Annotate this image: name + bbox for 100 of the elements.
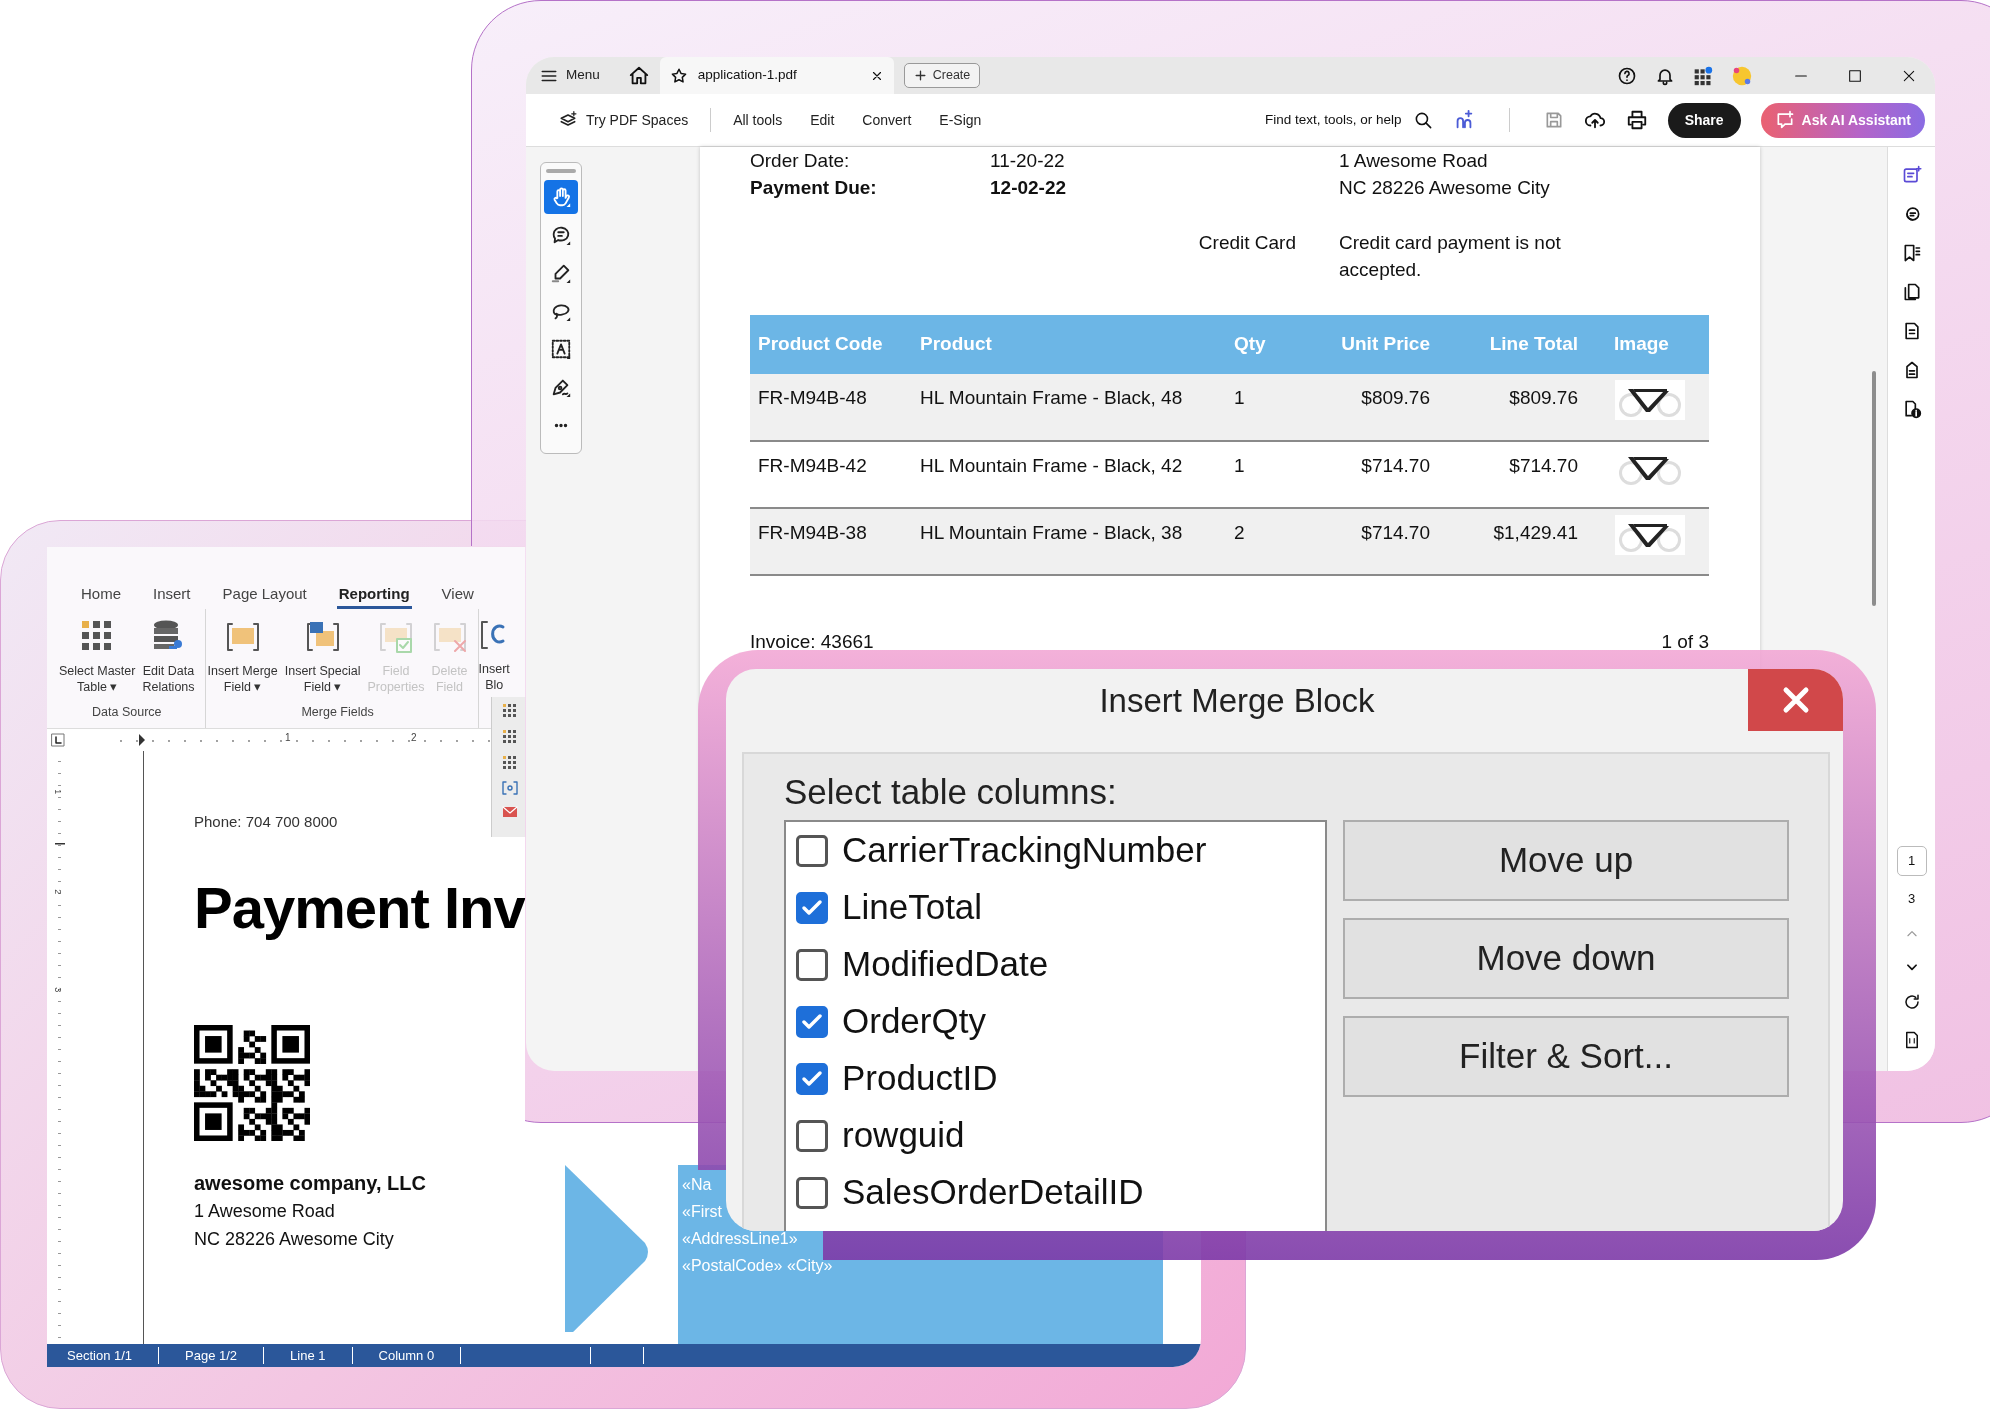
rotate-icon[interactable]: [1902, 993, 1921, 1011]
toolbar-menu[interactable]: Edit: [802, 105, 843, 135]
home-icon[interactable]: [627, 64, 650, 87]
toolbar-menu[interactable]: All tools: [725, 105, 791, 135]
group-label: Data Source: [92, 704, 162, 722]
dialog-button[interactable]: Move down: [1343, 918, 1789, 999]
print-icon[interactable]: [1625, 109, 1648, 131]
field-label: Payment Due:: [750, 176, 878, 200]
page-number-field[interactable]: 1: [1896, 845, 1927, 876]
share-button[interactable]: Share: [1667, 102, 1741, 138]
profile-icon[interactable]: [1731, 64, 1753, 87]
checkbox-label[interactable]: SalesOrderDetailID: [842, 1166, 1144, 1219]
ribbon-button[interactable]: Select Master Table ▾: [57, 609, 138, 704]
ruler-number: 1: [52, 789, 65, 795]
grid-icon[interactable]: [501, 729, 518, 745]
ruler-number: 2: [411, 731, 417, 745]
column-header: Product: [912, 315, 1226, 374]
checkbox[interactable]: [796, 834, 828, 867]
payment-note: Credit card payment is not accepted.: [1339, 231, 1562, 282]
ruler-number: 3: [52, 987, 65, 993]
address-line: 1 Awesome Road: [194, 1200, 336, 1224]
checkbox-label[interactable]: ProductID: [842, 1052, 998, 1105]
checkbox[interactable]: [796, 1005, 828, 1038]
phone-text: Phone: 704 700 8000: [194, 812, 338, 832]
status-text: Section 1/1: [67, 1348, 133, 1363]
checkbox[interactable]: [796, 1176, 828, 1209]
ribbon-tab[interactable]: Insert: [151, 581, 193, 609]
column-list[interactable]: CarrierTrackingNumber LineTotal ModifiedDate OrderQty ProductID rowguid SalesOrderDetailID: [784, 820, 1327, 1231]
payment-method: Credit Card: [1197, 231, 1297, 255]
address-line: 1 Awesome Road: [1339, 149, 1489, 173]
prompt-label: Select table columns:: [784, 771, 1118, 813]
checkbox-label[interactable]: OrderQty: [842, 995, 986, 1048]
dialog-button[interactable]: Move up: [1343, 820, 1789, 901]
document-tab[interactable]: application-1.pdf: [659, 57, 894, 94]
ruler-number: 1: [285, 731, 291, 745]
ai-edit-icon[interactable]: [1901, 165, 1922, 185]
bracket-icon[interactable]: [501, 781, 518, 795]
address-line: NC 28226 Awesome City: [1339, 176, 1551, 200]
column-header: Qty: [1226, 315, 1308, 374]
ribbon-button[interactable]: Insert Blo: [478, 609, 515, 693]
ruler-number: 2: [52, 889, 65, 895]
column-header: Product Code: [750, 315, 912, 374]
dialog-button[interactable]: Filter & Sort...: [1343, 1016, 1789, 1097]
grid-icon[interactable]: [501, 755, 518, 771]
column-header: Line Total: [1458, 315, 1606, 374]
toolbar-menu[interactable]: E-Sign: [931, 105, 990, 135]
close-button[interactable]: [1748, 669, 1843, 731]
page-total: 3: [1907, 889, 1916, 908]
create-button[interactable]: Create: [903, 63, 981, 88]
table-cell: HL Mountain Frame - Black, 42: [920, 455, 1183, 476]
search-icon[interactable]: [1413, 110, 1433, 130]
field-value: 11-20-22: [990, 149, 1066, 173]
checkbox-label[interactable]: CarrierTrackingNumber: [842, 824, 1207, 877]
address-line: NC 28226 Awesome City: [194, 1228, 395, 1252]
grid-icon[interactable]: [501, 703, 518, 719]
toolbar-menu[interactable]: Convert: [854, 105, 920, 135]
checkbox-label[interactable]: rowguid: [842, 1109, 965, 1162]
ribbon-tab[interactable]: Home: [79, 581, 123, 609]
table-cell: FR-M94B-38: [758, 522, 867, 543]
table-cell: HL Mountain Frame - Black, 38: [920, 522, 1183, 543]
company-name: awesome company, LLC: [194, 1171, 427, 1197]
search-label[interactable]: Find text, tools, or help: [1265, 109, 1402, 131]
apps-icon[interactable]: [1693, 65, 1713, 86]
status-text: Page 1/2: [185, 1348, 238, 1363]
status-text: Line 1: [290, 1348, 326, 1363]
ribbon-tab[interactable]: Page Layout: [220, 581, 309, 609]
field-value: 12-02-22: [990, 176, 1068, 200]
table-cell: $809.76: [1509, 387, 1578, 408]
merge-field-text: «Na: [682, 1175, 712, 1196]
ribbon-button[interactable]: Edit Data Relations: [140, 609, 197, 704]
checkbox-label[interactable]: LineTotal: [842, 881, 983, 934]
table-cell: FR-M94B-42: [758, 455, 867, 476]
text-box-icon: [550, 337, 572, 361]
checkbox[interactable]: [796, 1062, 828, 1095]
maximize-icon[interactable]: [1847, 67, 1863, 84]
scrollbar-thumb[interactable]: [1872, 371, 1876, 606]
group-label: Merge Fields: [301, 704, 374, 722]
ribbon-button[interactable]: Insert Special Field ▾: [282, 609, 363, 704]
merge-field-text: «First: [682, 1202, 722, 1223]
spaces-button[interactable]: Try PDF Spaces: [550, 105, 697, 135]
checkbox-label[interactable]: ModifiedDate: [842, 938, 1049, 991]
checkbox[interactable]: [796, 948, 828, 981]
ribbon-button[interactable]: Insert Merge Field ▾: [205, 609, 280, 704]
table-cell: $714.70: [1361, 522, 1430, 543]
checkbox[interactable]: [796, 891, 828, 924]
star-icon[interactable]: [669, 66, 688, 85]
help-icon[interactable]: [1617, 65, 1637, 86]
ribbon-tab[interactable]: View: [439, 581, 476, 609]
ai-assistant-button[interactable]: Ask AI Assistant: [1760, 102, 1925, 138]
bracket-field-icon: [305, 619, 340, 653]
dialog-title: Insert Merge Block: [1098, 681, 1376, 721]
table-cell: $714.70: [1509, 455, 1578, 476]
table-cell: 1: [1234, 387, 1245, 408]
tab-stop-icon[interactable]: [51, 733, 65, 747]
menu-button[interactable]: Menu: [532, 61, 608, 90]
envelope-icon[interactable]: [501, 805, 518, 819]
merge-field-text: «AddressLine1»: [682, 1229, 798, 1250]
page-count: 1 of 3: [1661, 630, 1709, 654]
more-icon: [552, 422, 570, 428]
checkbox[interactable]: [796, 1119, 828, 1152]
